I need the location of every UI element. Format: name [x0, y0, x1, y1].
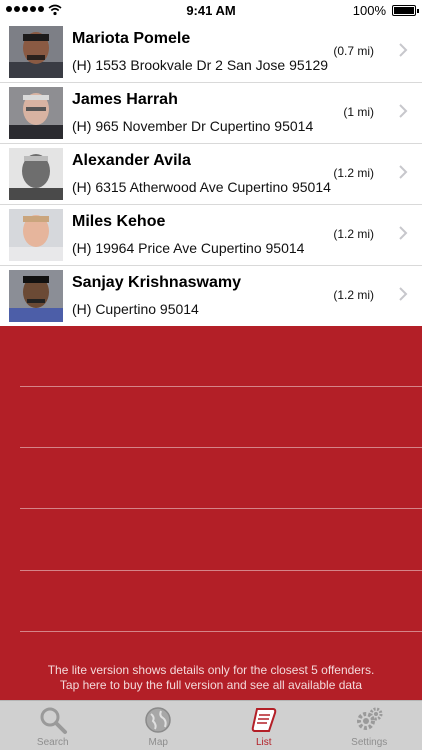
offender-distance: (1.2 mi) — [333, 166, 374, 180]
offender-address: (H) 19964 Price Ave Cupertino 95014 — [72, 240, 305, 256]
offender-row[interactable]: Sanjay Krishnaswamy (H) Cupertino 95014 … — [0, 266, 422, 326]
list-separator — [20, 570, 422, 571]
tab-label: Search — [36, 737, 69, 748]
offender-distance: (0.7 mi) — [333, 44, 374, 58]
battery-icon — [392, 5, 419, 16]
offender-name: Mariota Pomele — [72, 30, 191, 47]
offender-row[interactable]: James Harrah (H) 965 November Dr Cuperti… — [0, 83, 422, 144]
tab-list[interactable]: List — [211, 701, 317, 750]
upgrade-banner[interactable]: The lite version shows details only for … — [0, 663, 422, 693]
chevron-right-icon — [398, 164, 408, 180]
tab-bar: Search Map List Settings — [0, 700, 422, 750]
offender-list: Mariota Pomele (H) 1553 Brookvale Dr 2 S… — [0, 22, 422, 326]
offender-address: (H) 6315 Atherwood Ave Cupertino 95014 — [72, 179, 331, 195]
upgrade-text-line2: Tap here to buy the full version and see… — [59, 678, 363, 692]
offender-photo — [9, 209, 63, 261]
offender-row[interactable]: Alexander Avila (H) 6315 Atherwood Ave C… — [0, 144, 422, 205]
offender-row[interactable]: Mariota Pomele (H) 1553 Brookvale Dr 2 S… — [0, 22, 422, 83]
chevron-right-icon — [398, 103, 408, 119]
offender-address: (H) 965 November Dr Cupertino 95014 — [72, 118, 314, 134]
tab-label: List — [255, 737, 272, 748]
upgrade-text-line1: The lite version shows details only for … — [47, 663, 375, 677]
tab-map[interactable]: Map — [106, 701, 212, 750]
offender-distance: (1 mi) — [343, 105, 374, 119]
gears-icon — [354, 705, 384, 735]
offender-photo — [9, 87, 63, 139]
list-separator — [20, 508, 422, 509]
tab-search[interactable]: Search — [0, 701, 106, 750]
tab-settings[interactable]: Settings — [317, 701, 422, 750]
chevron-right-icon — [398, 42, 408, 58]
offender-name: James Harrah — [72, 91, 178, 108]
chevron-right-icon — [398, 286, 408, 302]
offender-name: Alexander Avila — [72, 152, 191, 169]
offender-name: Sanjay Krishnaswamy — [72, 274, 241, 291]
empty-list-area — [0, 326, 422, 700]
scroll-icon — [249, 705, 279, 735]
list-separator — [20, 631, 422, 632]
offender-name: Miles Kehoe — [72, 213, 166, 230]
tab-label: Settings — [351, 737, 388, 748]
offender-photo — [9, 270, 63, 322]
battery-percent: 100% — [352, 3, 386, 18]
offender-address: (H) Cupertino 95014 — [72, 301, 199, 317]
list-separator — [20, 447, 422, 448]
tab-label: Map — [148, 737, 168, 748]
offender-distance: (1.2 mi) — [333, 288, 374, 302]
offender-distance: (1.2 mi) — [333, 227, 374, 241]
magnifier-icon — [38, 705, 68, 735]
offender-photo — [9, 26, 63, 78]
chevron-right-icon — [398, 225, 408, 241]
offender-address: (H) 1553 Brookvale Dr 2 San Jose 95129 — [72, 57, 329, 73]
globe-icon — [143, 705, 173, 735]
list-separator — [20, 386, 422, 387]
offender-photo — [9, 148, 63, 200]
offender-row[interactable]: Miles Kehoe (H) 19964 Price Ave Cupertin… — [0, 205, 422, 266]
status-bar: 9:41 AM 100% — [0, 0, 422, 22]
